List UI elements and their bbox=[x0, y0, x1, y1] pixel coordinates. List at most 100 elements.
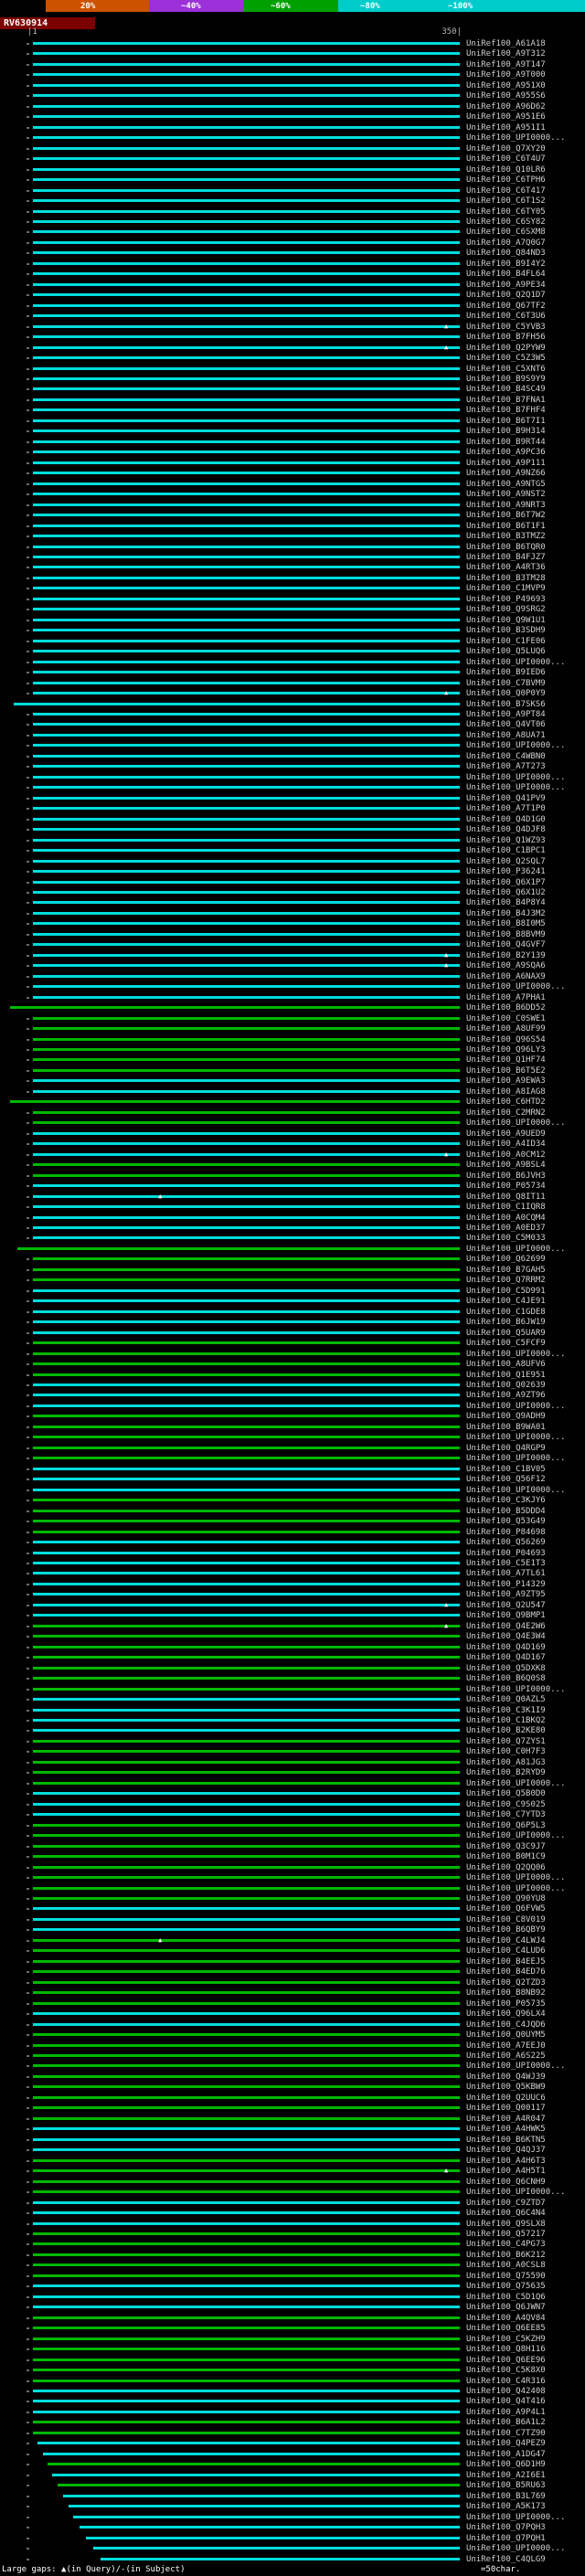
hit-row[interactable]: UniRef100_UPI0000... bbox=[0, 2187, 585, 2197]
hit-accession[interactable]: UniRef100_Q41PV9 bbox=[466, 794, 546, 803]
hit-row[interactable]: UniRef100_A8UF99 bbox=[0, 1023, 585, 1034]
alignment-bar[interactable] bbox=[33, 2169, 460, 2172]
hit-row[interactable]: UniRef100_A0CQM4 bbox=[0, 1213, 585, 1223]
alignment-bar[interactable] bbox=[33, 1017, 460, 1020]
hit-accession[interactable]: UniRef100_Q2U547 bbox=[466, 1601, 546, 1610]
hit-accession[interactable]: UniRef100_C7BVM9 bbox=[466, 679, 546, 688]
hit-row[interactable]: UniRef100_B6K212 bbox=[0, 2250, 585, 2260]
hit-row[interactable]: UniRef100_Q9BMP1 bbox=[0, 1610, 585, 1620]
hit-row[interactable]: UniRef100_A951X0 bbox=[0, 80, 585, 90]
hit-accession[interactable]: UniRef100_C5E1T3 bbox=[466, 1559, 546, 1568]
alignment-bar[interactable] bbox=[33, 954, 460, 957]
hit-accession[interactable]: UniRef100_Q3C9J7 bbox=[466, 1842, 546, 1851]
hit-row[interactable]: UniRef100_A61A18 bbox=[0, 38, 585, 48]
alignment-bar[interactable] bbox=[33, 860, 460, 863]
alignment-bar[interactable] bbox=[33, 2316, 460, 2319]
hit-accession[interactable]: UniRef100_UPI0000... bbox=[466, 2062, 565, 2071]
hit-accession[interactable]: UniRef100_Q9W1U1 bbox=[466, 616, 546, 625]
hit-accession[interactable]: UniRef100_B3SDH9 bbox=[466, 626, 546, 635]
hit-row[interactable]: UniRef100_Q6D1H9 bbox=[0, 2459, 585, 2469]
hit-row[interactable]: UniRef100_A8UA71 bbox=[0, 730, 585, 740]
hit-row[interactable]: ▲UniRef100_A0CM12 bbox=[0, 1150, 585, 1160]
hit-accession[interactable]: UniRef100_A2I6E1 bbox=[466, 2471, 546, 2480]
hit-accession[interactable]: UniRef100_C0SWE1 bbox=[466, 1014, 546, 1023]
alignment-bar[interactable] bbox=[33, 776, 460, 779]
hit-row[interactable]: UniRef100_A7PHA1 bbox=[0, 992, 585, 1002]
alignment-bar[interactable] bbox=[33, 619, 460, 621]
hit-accession[interactable]: UniRef100_Q6D1H9 bbox=[466, 2460, 546, 2469]
hit-row[interactable]: UniRef100_Q00117 bbox=[0, 2103, 585, 2113]
hit-accession[interactable]: UniRef100_P04693 bbox=[466, 1549, 546, 1558]
alignment-bar[interactable] bbox=[33, 2337, 460, 2340]
hit-accession[interactable]: UniRef100_B9H314 bbox=[466, 427, 546, 436]
hit-accession[interactable]: UniRef100_B9S9Y9 bbox=[466, 375, 546, 384]
alignment-bar[interactable] bbox=[33, 1142, 460, 1145]
alignment-bar[interactable] bbox=[33, 429, 460, 432]
alignment-bar[interactable] bbox=[33, 1132, 460, 1135]
hit-row[interactable]: ▲UniRef100_C5YVB3 bbox=[0, 322, 585, 332]
alignment-bar[interactable] bbox=[33, 220, 460, 223]
alignment-bar[interactable] bbox=[33, 650, 460, 652]
hit-accession[interactable]: UniRef100_Q2UUC6 bbox=[466, 2094, 546, 2103]
hit-row[interactable]: UniRef100_P36241 bbox=[0, 866, 585, 876]
hit-row[interactable]: UniRef100_Q56269 bbox=[0, 1537, 585, 1547]
hit-accession[interactable]: UniRef100_C3KJY6 bbox=[466, 1496, 546, 1505]
hit-row[interactable]: UniRef100_Q8H116 bbox=[0, 2344, 585, 2354]
hit-accession[interactable]: UniRef100_B8BVM9 bbox=[466, 930, 546, 939]
hit-accession[interactable]: UniRef100_A6NAX9 bbox=[466, 972, 546, 981]
alignment-bar[interactable] bbox=[33, 525, 460, 527]
hit-accession[interactable]: UniRef100_C4R316 bbox=[466, 2377, 546, 2386]
alignment-bar[interactable] bbox=[33, 1038, 460, 1041]
alignment-bar[interactable] bbox=[33, 241, 460, 244]
alignment-bar[interactable] bbox=[33, 849, 460, 852]
hit-accession[interactable]: UniRef100_A9NRT3 bbox=[466, 501, 546, 510]
hit-row[interactable]: UniRef100_B3TMZ2 bbox=[0, 531, 585, 541]
alignment-bar[interactable] bbox=[33, 1740, 460, 1743]
hit-row[interactable]: UniRef100_Q1WZ93 bbox=[0, 835, 585, 845]
hit-row[interactable]: UniRef100_C5M033 bbox=[0, 1233, 585, 1243]
hit-accession[interactable]: UniRef100_B6T5E2 bbox=[466, 1066, 546, 1076]
hit-accession[interactable]: UniRef100_Q7PQH1 bbox=[466, 2534, 546, 2543]
hit-accession[interactable]: UniRef100_Q9BMP1 bbox=[466, 1611, 546, 1620]
hit-accession[interactable]: UniRef100_A5K173 bbox=[466, 2502, 546, 2511]
alignment-bar[interactable] bbox=[33, 346, 460, 349]
alignment-bar[interactable] bbox=[33, 1604, 460, 1606]
alignment-bar[interactable] bbox=[33, 755, 460, 758]
alignment-bar[interactable] bbox=[33, 272, 460, 275]
alignment-bar[interactable] bbox=[33, 136, 460, 139]
hit-accession[interactable]: UniRef100_C2MRN2 bbox=[466, 1108, 546, 1118]
hit-row[interactable]: UniRef100_Q75590 bbox=[0, 2271, 585, 2281]
alignment-bar[interactable] bbox=[33, 230, 460, 233]
hit-row[interactable]: UniRef100_UPI0000... bbox=[0, 1485, 585, 1495]
alignment-bar[interactable] bbox=[33, 1048, 460, 1051]
alignment-bar[interactable] bbox=[33, 2201, 460, 2204]
hit-accession[interactable]: UniRef100_Q90YU8 bbox=[466, 1894, 546, 1903]
hit-row[interactable]: UniRef100_A9PE34 bbox=[0, 280, 585, 290]
alignment-bar[interactable] bbox=[33, 1415, 460, 1417]
hit-accession[interactable]: UniRef100_P84698 bbox=[466, 1528, 546, 1537]
alignment-bar[interactable] bbox=[33, 713, 460, 716]
alignment-bar[interactable] bbox=[33, 251, 460, 254]
hit-accession[interactable]: UniRef100_A9P111 bbox=[466, 459, 546, 468]
hit-row[interactable]: UniRef100_A2I6E1 bbox=[0, 2470, 585, 2480]
alignment-bar[interactable] bbox=[33, 199, 460, 202]
alignment-bar[interactable] bbox=[33, 1981, 460, 1984]
hit-accession[interactable]: UniRef100_A4RT36 bbox=[466, 563, 546, 572]
alignment-bar[interactable] bbox=[33, 52, 460, 55]
hit-accession[interactable]: UniRef100_UPI0000... bbox=[466, 1779, 565, 1788]
hit-accession[interactable]: UniRef100_C5FCF9 bbox=[466, 1339, 546, 1348]
hit-row[interactable]: UniRef100_C1GDE8 bbox=[0, 1307, 585, 1317]
alignment-bar[interactable] bbox=[33, 1845, 460, 1848]
hit-accession[interactable]: UniRef100_A9NST2 bbox=[466, 490, 546, 499]
alignment-bar[interactable] bbox=[33, 1782, 460, 1785]
hit-accession[interactable]: UniRef100_C4JE91 bbox=[466, 1297, 546, 1306]
alignment-bar[interactable] bbox=[33, 2327, 460, 2329]
alignment-bar[interactable] bbox=[33, 2432, 460, 2434]
hit-row[interactable]: UniRef100_Q57217 bbox=[0, 2229, 585, 2239]
hit-row[interactable]: UniRef100_Q5B0D0 bbox=[0, 1788, 585, 1798]
alignment-bar[interactable] bbox=[33, 734, 460, 737]
hit-row[interactable]: UniRef100_B6T7I1 bbox=[0, 416, 585, 426]
hit-accession[interactable]: UniRef100_UPI0000... bbox=[466, 1454, 565, 1463]
hit-accession[interactable]: UniRef100_Q9ADH9 bbox=[466, 1412, 546, 1421]
hit-accession[interactable]: UniRef100_A9ZT96 bbox=[466, 1391, 546, 1400]
